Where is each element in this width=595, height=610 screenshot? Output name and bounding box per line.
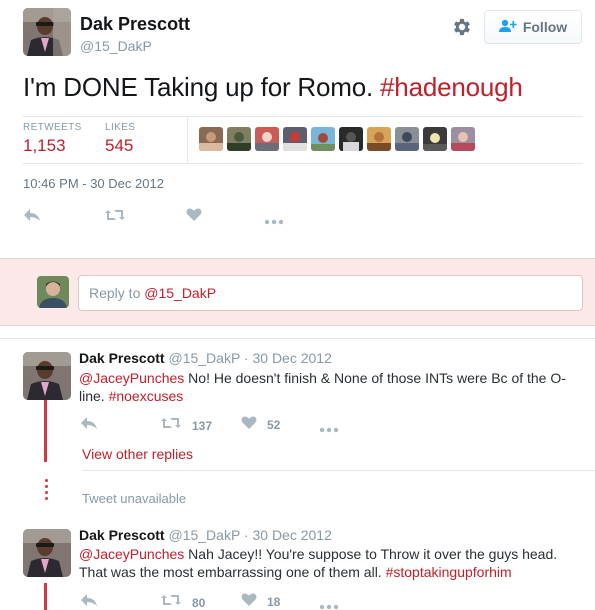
reply-action[interactable] (80, 416, 98, 435)
liker-avatar[interactable] (423, 127, 447, 151)
section-divider (0, 338, 595, 339)
like-action[interactable]: 18 (241, 592, 280, 610)
stats-divider-bottom (23, 163, 583, 164)
reply-author-name[interactable]: Dak Prescott (79, 350, 165, 366)
reply-author-name[interactable]: Dak Prescott (79, 527, 165, 543)
stats-divider-vertical (187, 116, 188, 164)
liker-avatar[interactable] (255, 127, 279, 151)
follow-label: Follow (522, 19, 568, 35)
liker-avatar[interactable] (283, 127, 307, 151)
reply-hashtag[interactable]: #noexcuses (109, 388, 184, 404)
more-icon (319, 597, 339, 610)
more-action[interactable] (319, 420, 339, 438)
stats-divider-top (23, 116, 583, 117)
author-name[interactable]: Dak Prescott (80, 14, 190, 35)
gear-icon[interactable] (451, 16, 473, 38)
thread-line (44, 400, 47, 462)
reply-action[interactable] (23, 208, 41, 227)
tweet-body: I'm DONE Taking up for Romo. (23, 72, 381, 102)
liker-avatar[interactable] (451, 127, 475, 151)
retweets-count[interactable]: 1,153 (23, 136, 66, 156)
reply-input-prefix: Reply to (89, 285, 145, 301)
tweet-text: I'm DONE Taking up for Romo. #hadenough (23, 72, 523, 103)
liker-avatar[interactable] (311, 127, 335, 151)
follow-button[interactable]: Follow (484, 10, 582, 44)
reply-mention[interactable]: @JaceyPunches (79, 546, 184, 562)
view-other-replies-link[interactable]: View other replies (82, 446, 193, 462)
like-action[interactable] (186, 207, 202, 227)
thread-separator (82, 470, 595, 471)
retweet-icon (104, 208, 126, 227)
liker-avatar[interactable] (395, 127, 419, 151)
retweet-count: 137 (192, 418, 213, 433)
heart-icon (241, 592, 257, 610)
reply-mention[interactable]: @JaceyPunches (79, 370, 184, 386)
liker-avatar[interactable] (199, 127, 223, 151)
tweet-hashtag[interactable]: #hadenough (380, 72, 523, 102)
reply-meta[interactable]: @15_DakP · 30 Dec 2012 (165, 527, 331, 543)
likes-label: LIKES (105, 122, 136, 133)
retweet-action[interactable] (104, 208, 126, 227)
liker-avatar[interactable] (227, 127, 251, 151)
current-user-avatar (37, 276, 69, 308)
heart-icon (186, 207, 202, 227)
liker-avatars (199, 127, 475, 151)
reply-header: Dak Prescott @15_DakP · 30 Dec 2012 (79, 350, 332, 366)
liker-avatar[interactable] (339, 127, 363, 151)
thread-line (44, 583, 47, 610)
reply-icon (80, 593, 98, 610)
liker-avatar[interactable] (367, 127, 391, 151)
reply-input-mention: @15_DakP (144, 285, 217, 301)
author-avatar[interactable] (23, 8, 71, 56)
retweet-count: 80 (192, 595, 206, 610)
reply-avatar[interactable] (23, 529, 71, 577)
retweet-action[interactable]: 80 (160, 593, 205, 610)
retweet-action[interactable]: 137 (160, 416, 212, 435)
more-icon (319, 420, 339, 438)
reply-header: Dak Prescott @15_DakP · 30 Dec 2012 (79, 527, 332, 543)
tweet-timestamp[interactable]: 10:46 PM - 30 Dec 2012 (23, 176, 164, 191)
like-count: 18 (267, 595, 281, 609)
likes-count[interactable]: 545 (105, 136, 133, 156)
more-action[interactable] (264, 212, 284, 230)
author-handle[interactable]: @15_DakP (80, 38, 152, 54)
thread-dots (42, 479, 50, 503)
retweet-icon (160, 593, 182, 610)
more-action[interactable] (319, 597, 339, 610)
retweet-icon (160, 416, 182, 435)
tweet-unavailable: Tweet unavailable (82, 491, 187, 506)
reply-meta[interactable]: @15_DakP · 30 Dec 2012 (165, 350, 331, 366)
reply-text: @JaceyPunches Nah Jacey!! You're suppose… (79, 545, 584, 581)
like-count: 52 (267, 418, 281, 432)
reply-action[interactable] (80, 593, 98, 610)
reply-text: @JaceyPunches No! He doesn't finish & No… (79, 369, 584, 405)
reply-hashtag[interactable]: #stoptakingupforhim (386, 564, 512, 580)
retweets-label: RETWEETS (23, 122, 82, 133)
reply-icon (80, 416, 98, 435)
like-action[interactable]: 52 (241, 415, 280, 435)
reply-input[interactable]: Reply to @15_DakP (78, 275, 583, 311)
reply-avatar[interactable] (23, 352, 71, 400)
reply-icon (23, 208, 41, 227)
add-user-icon (498, 19, 517, 36)
more-icon (264, 212, 284, 230)
heart-icon (241, 415, 257, 435)
